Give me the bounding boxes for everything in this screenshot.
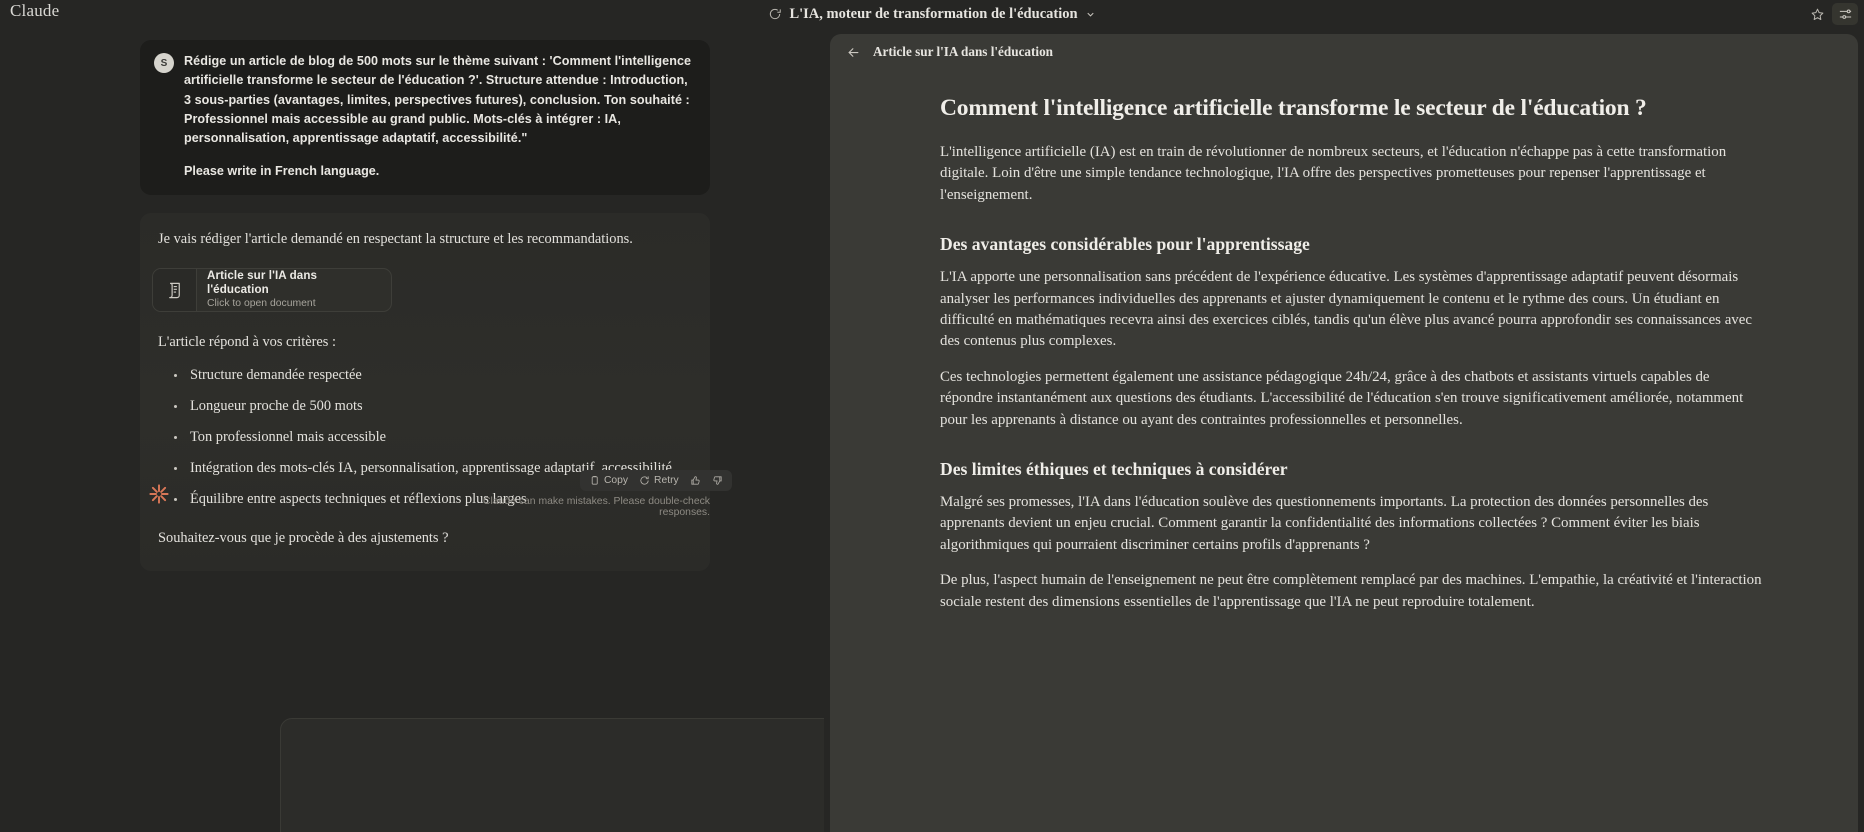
settings-button[interactable] <box>1832 3 1858 25</box>
user-prompt-text: Rédige un article de blog de 500 mots su… <box>184 54 692 146</box>
document-section-1-paragraph-1: L'IA apporte une personnalisation sans p… <box>940 269 1752 350</box>
list-item: Structure demandée respectée <box>174 365 692 386</box>
thumbs-down-icon <box>712 475 723 486</box>
thumbs-down-button[interactable] <box>708 472 727 489</box>
document-card-title: Article sur l'IA dans l'éducation <box>207 269 318 296</box>
chat-bubble-icon <box>768 7 782 21</box>
document-scroll-icon <box>153 269 197 311</box>
document-section-2-paragraph-1: Malgré ses promesses, l'IA dans l'éducat… <box>940 494 1709 553</box>
retry-button[interactable]: Retry <box>635 472 683 489</box>
back-arrow-icon[interactable] <box>846 45 861 60</box>
avatar: S <box>154 53 174 73</box>
assistant-intro-text: Je vais rédiger l'article demandé en res… <box>158 231 633 247</box>
disclaimer-text: Claude can make mistakes. Please double-… <box>483 496 710 518</box>
thumbs-up-icon <box>690 475 701 486</box>
claude-sunburst-icon <box>148 483 170 505</box>
document-card-subtitle: Click to open document <box>207 298 316 309</box>
list-item: Longueur proche de 500 mots <box>174 396 692 417</box>
document-card[interactable]: Article sur l'IA dans l'éducation Click … <box>152 268 392 312</box>
criteria-lead-text: L'article répond à vos critères : <box>158 334 336 350</box>
list-item: Ton professionnel mais accessible <box>174 427 692 448</box>
user-message: S Rédige un article de blog de 500 mots … <box>140 40 710 196</box>
document-section-2-heading: Des limites éthiques et techniques à con… <box>940 459 1288 480</box>
copy-label: Copy <box>604 475 629 486</box>
top-bar: Claude L'IA, moteur de transformation de… <box>0 0 1864 28</box>
document-heading-1: Comment l'intelligence artificielle tran… <box>940 95 1647 121</box>
star-icon <box>1810 7 1825 22</box>
top-bar-actions <box>1804 0 1858 28</box>
document-section-1-heading: Des avantages considérables pour l'appre… <box>940 234 1310 255</box>
chat-title[interactable]: L'IA, moteur de transformation de l'éduc… <box>789 6 1077 23</box>
document-section-1-paragraph-2: Ces technologies permettent également un… <box>940 368 1744 428</box>
document-header: Article sur l'IA dans l'éducation <box>830 34 1858 70</box>
chevron-down-icon[interactable] <box>1085 9 1096 20</box>
message-actions: Copy Retry <box>580 470 732 491</box>
star-button[interactable] <box>1804 3 1830 25</box>
user-language-note: Please write in French language. <box>184 164 380 179</box>
thumbs-up-button[interactable] <box>686 472 705 489</box>
document-header-title: Article sur l'IA dans l'éducation <box>873 44 1054 59</box>
document-column: Article sur l'IA dans l'éducation Commen… <box>824 28 1864 832</box>
sliders-icon <box>1838 7 1853 22</box>
copy-button[interactable]: Copy <box>585 472 632 489</box>
chat-title-group[interactable]: L'IA, moteur de transformation de l'éduc… <box>0 0 1864 28</box>
clipboard-icon <box>589 475 600 486</box>
document-intro-paragraph: L'intelligence artificielle (IA) est en … <box>940 144 1727 203</box>
assistant-closing-text: Souhaitez-vous que je procède à des ajus… <box>158 530 449 546</box>
refresh-icon <box>639 475 650 486</box>
document-body: Comment l'intelligence artificielle tran… <box>830 70 1858 832</box>
retry-label: Retry <box>654 475 679 486</box>
document-section-2-paragraph-2: De plus, l'aspect humain de l'enseigneme… <box>940 572 1762 610</box>
message-composer[interactable] <box>280 718 824 832</box>
chat-column: S Rédige un article de blog de 500 mots … <box>0 28 824 832</box>
document-panel: Article sur l'IA dans l'éducation Commen… <box>830 34 1858 832</box>
